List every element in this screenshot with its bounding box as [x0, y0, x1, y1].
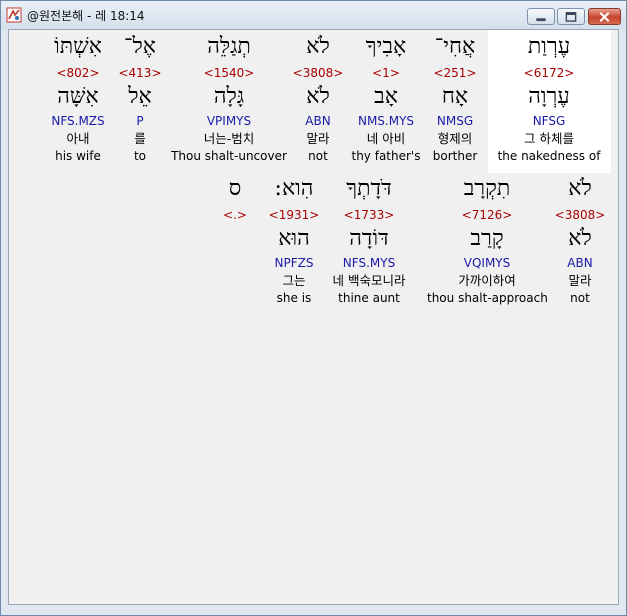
- maximize-icon: [565, 12, 577, 22]
- hebrew-word: תִקְרָב: [463, 176, 511, 201]
- app-logo-icon: [6, 7, 22, 23]
- morph-code: NFS.MZS: [51, 114, 105, 128]
- lemma: אִשָּׁה: [57, 84, 99, 109]
- verse-analysis-panel: עֶרְוַת <6172> עֶרְוָה NFSG 그 하체를 the nakedne…: [8, 29, 619, 605]
- word-column[interactable]: ס <.>: [175, 176, 295, 310]
- minimize-button[interactable]: [527, 8, 555, 25]
- minimize-icon: [536, 18, 546, 22]
- close-icon: [599, 12, 610, 22]
- english-gloss: his wife: [55, 149, 101, 163]
- korean-gloss: 아내: [66, 131, 90, 146]
- lemma: קָרַב: [470, 226, 504, 251]
- strong-number: <802>: [56, 66, 100, 80]
- window-title: @원전본해 - 레 18:14: [27, 9, 145, 23]
- maximize-button[interactable]: [557, 8, 585, 25]
- word-column[interactable]: אִשְׁתּוֹ <802> אִשָּׁה NFS.MZS 아내 his wife: [18, 34, 138, 168]
- korean-gloss: 가까이하여: [458, 273, 516, 288]
- word-column[interactable]: תִקְרָב <7126> קָרַב VQIMYS 가까이하여 thou shalt-…: [427, 176, 548, 310]
- app-window: @원전본해 - 레 18:14 עֶרְוַת <6172> עֶרְוָה NFSG…: [0, 0, 627, 616]
- strong-number: <7126>: [461, 208, 513, 222]
- english-gloss: thou shalt-approach: [427, 291, 548, 305]
- close-button[interactable]: [588, 8, 621, 25]
- strong-number: <.>: [223, 208, 247, 222]
- title-bar[interactable]: @원전본해 - 레 18:14: [1, 1, 626, 29]
- morph-code: VQIMYS: [463, 256, 511, 270]
- hebrew-word: אִשְׁתּוֹ: [54, 34, 102, 59]
- hebrew-word: ס: [228, 176, 242, 201]
